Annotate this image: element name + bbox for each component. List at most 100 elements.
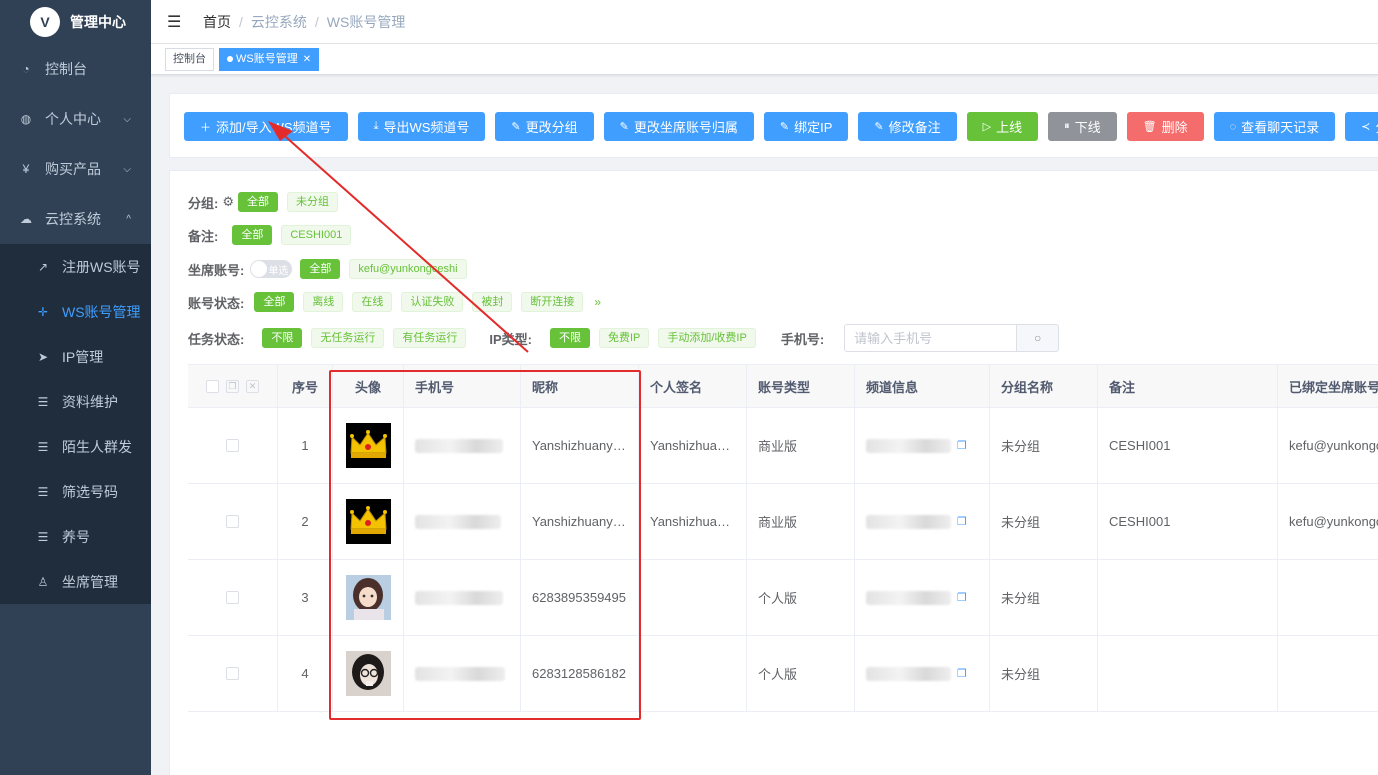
header-icons: ❐ ✕ xyxy=(206,379,259,393)
seat-cell: kefu@yunkongc xyxy=(1289,438,1378,453)
filter-seat-kefu[interactable]: kefu@yunkongceshi xyxy=(349,259,467,279)
sidebar-item-cloud-control[interactable]: ☁ 云控系统 ^ xyxy=(0,194,151,244)
filter-group-ungrouped[interactable]: 未分组 xyxy=(287,192,338,212)
row-checkbox[interactable] xyxy=(226,591,239,604)
toggle-text: 单选 xyxy=(268,266,289,277)
filter-seat-row: 坐席账号: 单选 全部 kefu@yunkongceshi xyxy=(188,258,476,280)
column-header-type: 账号类型 xyxy=(747,365,855,407)
sidebar-item-register-ws[interactable]: ↗ 注册WS账号 xyxy=(0,244,151,289)
filter-ip-free[interactable]: 免费IP xyxy=(598,328,650,348)
tab-ws-manage[interactable]: WS账号管理 ✕ xyxy=(219,47,320,71)
filter-task-running[interactable]: 有任务运行 xyxy=(393,328,467,348)
filter-status-offline[interactable]: 离线 xyxy=(303,292,344,312)
button-label: 下线 xyxy=(1074,120,1101,135)
filter-label: 任务状态: xyxy=(188,331,245,347)
change-group-button[interactable]: ✎ 更改分组 xyxy=(495,112,594,141)
sidebar-item-label: 控制台 xyxy=(45,61,87,77)
remark-cell: CESHI001 xyxy=(1098,408,1278,483)
sidebar-item-profile[interactable]: ◍ 个人中心 ⌵ xyxy=(0,94,151,144)
close-icon[interactable]: ✕ xyxy=(303,49,311,70)
filter-ip-any[interactable]: 不限 xyxy=(549,328,590,348)
copy-icon[interactable]: ❐ xyxy=(957,515,967,528)
search-button[interactable]: ○ xyxy=(1017,324,1060,352)
offline-button[interactable]: ⏸ 下线 xyxy=(1048,112,1117,141)
clear-icon[interactable]: ✕ xyxy=(246,379,259,393)
bind-ip-button[interactable]: ✎ 绑定IP xyxy=(763,112,849,141)
delete-button[interactable]: 🗑 删除 xyxy=(1126,112,1204,141)
filter-task-any[interactable]: 不限 xyxy=(262,328,303,348)
filter-remark-ceshi[interactable]: CESHI001 xyxy=(281,225,352,245)
row-checkbox[interactable] xyxy=(226,515,239,528)
sidebar-item-profile-maintain[interactable]: ☰ 资料维护 xyxy=(0,379,151,424)
online-button[interactable]: ▷ 上线 xyxy=(966,112,1039,141)
channel-cell: ❐ xyxy=(855,484,990,559)
tags-view: 控制台 WS账号管理 ✕ xyxy=(151,44,1378,75)
copy-icon[interactable]: ❐ xyxy=(226,379,239,393)
filter-remark-all[interactable]: 全部 xyxy=(232,225,273,245)
sidebar-item-label: 坐席管理 xyxy=(62,573,118,590)
edit-remark-button[interactable]: ✎ 修改备注 xyxy=(858,112,957,141)
copy-icon[interactable]: ❐ xyxy=(957,439,967,452)
gear-icon[interactable]: ⚙ xyxy=(222,194,234,210)
filter-status-all[interactable]: 全部 xyxy=(254,292,295,312)
channel-redacted xyxy=(866,438,951,453)
toolbar: ＋ 添加/导入WS频道号 ⤓ 导出WS频道号 ✎ 更改分组 ✎ 更改坐席账号归属 ✎ 绑定… xyxy=(184,112,1378,141)
filter-group-all[interactable]: 全部 xyxy=(238,192,278,212)
seat-cell xyxy=(1278,636,1378,711)
single-select-toggle[interactable]: 单选 xyxy=(250,260,293,278)
row-select-cell xyxy=(188,560,278,635)
row-checkbox[interactable] xyxy=(226,667,239,680)
button-label: 上线 xyxy=(996,120,1023,135)
breadcrumb-separator: / xyxy=(314,13,319,30)
select-all-checkbox[interactable] xyxy=(206,379,219,393)
export-button[interactable]: ⤓ 导出WS频道号 xyxy=(357,112,486,141)
signature: Yanshizhuan… xyxy=(650,438,735,453)
sidebar-item-ws-manage[interactable]: ✛ WS账号管理 xyxy=(0,289,151,334)
copy-icon[interactable]: ❐ xyxy=(957,667,967,680)
sidebar-item-label: WS账号管理 xyxy=(62,303,141,320)
plus-icon: ＋ xyxy=(200,121,211,134)
hamburger-icon[interactable]: ☰ xyxy=(167,12,185,32)
chat-history-button[interactable]: ◌ 查看聊天记录 xyxy=(1213,112,1336,141)
send-icon: ➤ xyxy=(37,349,49,364)
filter-ip-paid[interactable]: 手动添加/收费IP xyxy=(658,328,756,348)
filter-task-none[interactable]: 无任务运行 xyxy=(311,328,385,348)
filter-status-disconnected[interactable]: 断开连接 xyxy=(521,292,584,312)
group-cell: 未分组 xyxy=(990,560,1098,635)
share-button[interactable]: ≺分享 xyxy=(1345,112,1378,141)
row-no: 1 xyxy=(278,408,333,483)
phone-search: ○ xyxy=(844,324,1060,352)
change-seat-button[interactable]: ✎ 更改坐席账号归属 xyxy=(603,112,754,141)
copy-icon[interactable]: ❐ xyxy=(957,591,967,604)
filter-status-auth-failed[interactable]: 认证失败 xyxy=(401,292,464,312)
column-header-no: 序号 xyxy=(278,365,333,407)
play-icon: ▷ xyxy=(982,121,992,133)
tab-dashboard[interactable]: 控制台 xyxy=(165,47,214,71)
column-header-remark: 备注 xyxy=(1098,365,1278,407)
remark-cell xyxy=(1098,560,1278,635)
filter-status-online[interactable]: 在线 xyxy=(352,292,393,312)
sidebar-item-nurture[interactable]: ☰ 养号 xyxy=(0,514,151,559)
sidebar-item-label: 养号 xyxy=(62,528,90,545)
row-select-cell xyxy=(188,408,278,483)
double-chevron-right-icon[interactable]: » xyxy=(594,295,601,309)
add-import-button[interactable]: ＋ 添加/导入WS频道号 xyxy=(184,112,348,141)
row-checkbox[interactable] xyxy=(226,439,239,452)
sidebar-item-dashboard[interactable]: ◔ 控制台 xyxy=(0,44,151,94)
sidebar-item-mass-send[interactable]: ☰ 陌生人群发 xyxy=(0,424,151,469)
filter-label: 备注: xyxy=(188,228,219,244)
sidebar-item-filter-numbers[interactable]: ☰ 筛选号码 xyxy=(0,469,151,514)
sidebar-item-ip-manage[interactable]: ➤ IP管理 xyxy=(0,334,151,379)
breadcrumb-home[interactable]: 首页 xyxy=(203,12,231,32)
row-select-cell xyxy=(188,484,278,559)
move-icon: ✛ xyxy=(37,304,49,319)
sidebar-item-label: 注册WS账号 xyxy=(62,258,141,275)
sidebar-item-purchase[interactable]: ¥ 购买产品 ⌵ xyxy=(0,144,151,194)
sidebar-item-label: 购买产品 xyxy=(45,161,101,177)
phone-search-input[interactable] xyxy=(844,324,1018,352)
sidebar-item-seat-manage[interactable]: ♙ 坐席管理 xyxy=(0,559,151,604)
filter-status-banned[interactable]: 被封 xyxy=(472,292,513,312)
filter-seat-all[interactable]: 全部 xyxy=(300,259,341,279)
signature-cell: Yanshizhuan… xyxy=(639,408,747,483)
filter-remark-row: 备注: 全部 CESHI001 xyxy=(188,224,360,246)
